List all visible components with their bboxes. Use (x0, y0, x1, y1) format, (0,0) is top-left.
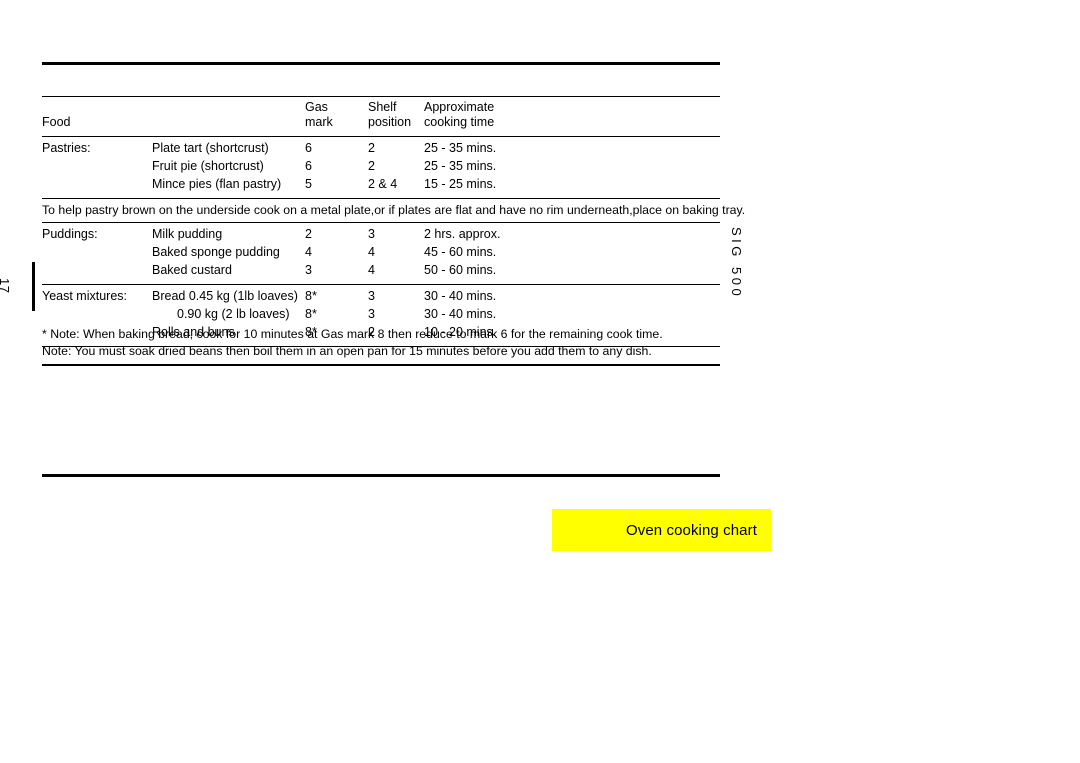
row-item: Mince pies (flan pastry) (152, 176, 305, 199)
row-item: Baked custard (152, 262, 305, 285)
header-gas-line2: mark (305, 115, 368, 137)
row-category: Yeast mixtures: (42, 289, 127, 303)
table-row: Pastries: Plate tart (shortcrust) 6 2 25… (42, 137, 720, 159)
row-gas-mark: 4 (305, 245, 312, 259)
table-header-row-bottom: Food mark position cooking time (42, 115, 720, 137)
row-gas-mark: 5 (305, 176, 368, 199)
row-shelf-position: 2 & 4 (368, 176, 424, 199)
table-row: Mince pies (flan pastry) 5 2 & 4 15 - 25… (42, 176, 720, 199)
table-row: 0.90 kg (2 lb loaves) 8* 3 30 - 40 mins. (42, 306, 720, 324)
model-identifier: SIG 500 (729, 226, 744, 300)
row-gas-mark: 8* (305, 289, 317, 303)
table-row: Fruit pie (shortcrust) 6 2 25 - 35 mins. (42, 158, 720, 176)
row-item: 0.90 kg (2 lb loaves) (177, 307, 290, 321)
row-category: Puddings: (42, 227, 98, 241)
row-shelf-position: 3 (368, 289, 375, 303)
row-shelf-position: 4 (368, 262, 424, 285)
row-category (42, 158, 152, 176)
table-inline-note-row: To help pastry brown on the underside co… (42, 198, 745, 223)
row-cooking-time: 25 - 35 mins. (424, 141, 497, 155)
oven-cooking-chart-banner: Oven cooking chart (552, 509, 771, 551)
row-item: Baked sponge pudding (152, 245, 280, 259)
header-spacer (152, 97, 305, 115)
page-number: 17 (0, 278, 12, 294)
header-time-line1: Approximate (424, 100, 495, 114)
row-category: Pastries: (42, 141, 91, 155)
row-shelf-position: 3 (368, 227, 375, 241)
header-food-line2: Food (42, 115, 152, 137)
footnotes-block: * Note: When baking bread, cook for 10 m… (42, 326, 720, 366)
row-gas-mark: 6 (305, 141, 312, 155)
row-category (42, 262, 152, 285)
row-shelf-position: 2 (368, 159, 375, 173)
table-row: Baked custard 3 4 50 - 60 mins. (42, 262, 720, 285)
table-row: Baked sponge pudding 4 4 45 - 60 mins. (42, 244, 720, 262)
page-top-thick-rule (42, 62, 720, 65)
row-cooking-time: 2 hrs. approx. (424, 227, 501, 241)
row-gas-mark: 6 (305, 159, 312, 173)
footnote-beans: Note: You must soak dried beans then boi… (42, 344, 652, 358)
row-item: Bread 0.45 kg (1lb loaves) (152, 289, 298, 303)
row-gas-mark: 3 (305, 262, 368, 285)
header-time-line2: cooking time (424, 115, 720, 137)
footnote-bread: * Note: When baking bread, cook for 10 m… (42, 327, 663, 341)
row-cooking-time: 15 - 25 mins. (424, 176, 720, 199)
row-category (42, 306, 152, 324)
inline-note-text: To help pastry brown on the underside co… (42, 198, 745, 223)
page-bottom-thick-rule (42, 474, 720, 477)
row-gas-mark: 8* (305, 307, 317, 321)
table-header-row-top: Gas Shelf Approximate (42, 97, 720, 115)
header-shelf-line1: Shelf (368, 100, 397, 114)
table-row: Yeast mixtures: Bread 0.45 kg (1lb loave… (42, 285, 720, 307)
row-cooking-time: 45 - 60 mins. (424, 245, 497, 259)
row-cooking-time: 50 - 60 mins. (424, 262, 720, 285)
row-category (42, 176, 152, 199)
page-number-bar (32, 262, 35, 311)
row-item: Fruit pie (shortcrust) (152, 159, 264, 173)
row-cooking-time: 25 - 35 mins. (424, 159, 497, 173)
oven-cooking-chart-table: Gas Shelf Approximate Food mark position… (42, 97, 745, 347)
row-category (42, 244, 152, 262)
header-gas-line1: Gas (305, 100, 328, 114)
row-item: Milk pudding (152, 227, 223, 241)
row-cooking-time: 30 - 40 mins. (424, 307, 497, 321)
banner-label: Oven cooking chart (625, 521, 757, 539)
table-row: Puddings: Milk pudding 2 3 2 hrs. approx… (42, 223, 720, 245)
row-shelf-position: 3 (368, 307, 375, 321)
row-gas-mark: 2 (305, 227, 312, 241)
row-shelf-position: 2 (368, 141, 375, 155)
row-cooking-time: 30 - 40 mins. (424, 289, 497, 303)
row-shelf-position: 4 (368, 245, 375, 259)
header-shelf-line2: position (368, 115, 424, 137)
header-spacer-2 (152, 115, 305, 137)
header-food-line1 (42, 97, 152, 115)
row-item: Plate tart (shortcrust) (152, 141, 269, 155)
